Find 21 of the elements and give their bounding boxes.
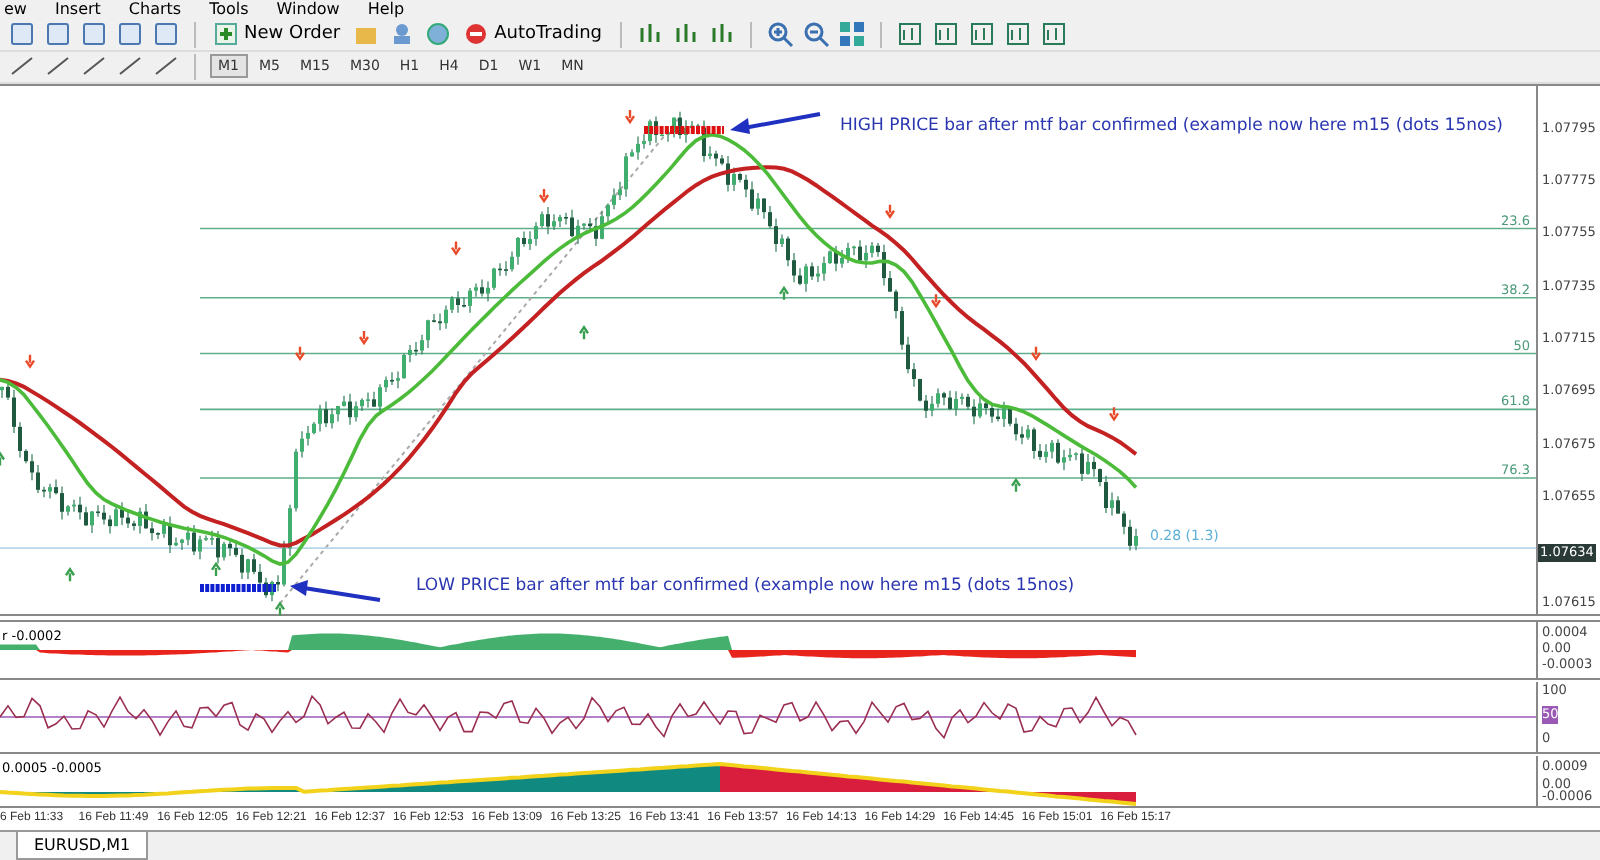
zoom-in-icon[interactable] xyxy=(766,20,794,49)
annotation-arrow xyxy=(290,579,381,602)
menu-item[interactable]: Insert xyxy=(54,0,101,19)
dotted-marker-line xyxy=(644,125,724,134)
dotted-marker-line xyxy=(200,583,276,592)
stop-icon xyxy=(464,22,489,47)
new-order-button[interactable]: New Order xyxy=(210,19,345,50)
annotation-text: LOW PRICE bar after mtf bar confirmed (example now here m15 (dots 15nos) xyxy=(416,575,1075,596)
chart-tab[interactable]: EURUSD,M1 xyxy=(16,832,149,860)
menu-item[interactable]: Window xyxy=(276,0,340,19)
tile-windows-icon[interactable] xyxy=(838,20,866,49)
autotrading-button[interactable]: AutoTrading xyxy=(460,19,606,50)
menu-item[interactable]: Charts xyxy=(128,0,182,19)
menu-item[interactable]: ew xyxy=(4,0,27,19)
menu-item[interactable]: Tools xyxy=(209,0,249,19)
annotation-text: HIGH PRICE bar after mtf bar confirmed (example now here m15 (dots 15nos) xyxy=(840,115,1503,136)
zoom-out-icon[interactable] xyxy=(802,20,830,49)
annotation-arrow xyxy=(730,111,821,134)
globe-icon[interactable] xyxy=(424,20,453,49)
menu-item[interactable]: Help xyxy=(367,0,405,19)
trend-line-icon[interactable] xyxy=(80,54,108,79)
